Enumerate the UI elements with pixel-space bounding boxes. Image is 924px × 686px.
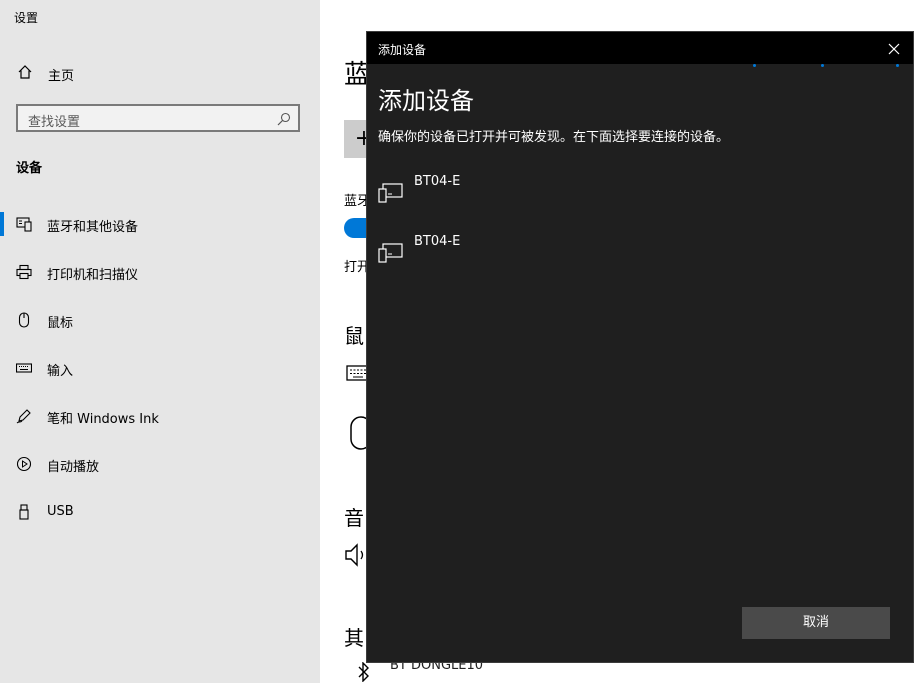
device-list-item[interactable]: BT04-E xyxy=(367,165,913,215)
pen-icon xyxy=(16,408,32,424)
bluetooth-icon xyxy=(358,661,370,686)
keyboard-icon xyxy=(16,360,32,376)
search-icon xyxy=(277,112,291,126)
sidebar-item-label: 主页 xyxy=(48,69,75,84)
cancel-button[interactable]: 取消 xyxy=(742,607,890,639)
section-title: 设备 xyxy=(16,161,43,176)
dialog-title: 添加设备 xyxy=(378,43,427,57)
progress-dot xyxy=(821,64,824,67)
device-icon xyxy=(378,182,404,204)
sidebar-item-label: 笔和 Windows Ink xyxy=(47,412,159,427)
sidebar-item-bluetooth[interactable]: 蓝牙和其他设备 xyxy=(0,204,320,244)
sidebar-item-label: 自动播放 xyxy=(47,460,100,475)
usb-icon xyxy=(16,504,32,520)
sidebar-item-label: 打印机和扫描仪 xyxy=(47,268,139,283)
sidebar-item-label: 鼠标 xyxy=(47,316,74,331)
settings-sidebar: 设置 主页 查找设置 设备 蓝牙和其他设备 打印机和扫描仪 鼠标 输入 笔和 W… xyxy=(0,0,320,683)
speaker-icon xyxy=(344,543,366,571)
sidebar-item-label: 输入 xyxy=(47,364,74,379)
dialog-heading: 添加设备 xyxy=(378,87,474,115)
heading-other-devices: 其 xyxy=(344,626,364,650)
add-device-dialog: 添加设备 添加设备 确保你的设备已打开并可被发现。在下面选择要连接的设备。 BT… xyxy=(366,31,914,663)
sidebar-item-printers[interactable]: 打印机和扫描仪 xyxy=(0,252,320,292)
heading-audio: 音 xyxy=(344,506,364,530)
autoplay-icon xyxy=(16,456,32,472)
home-icon xyxy=(17,64,33,80)
progress-dot xyxy=(896,64,899,67)
dialog-description: 确保你的设备已打开并可被发现。在下面选择要连接的设备。 xyxy=(378,130,730,145)
bluetooth-devices-icon xyxy=(16,216,32,232)
device-name: BT04-E xyxy=(414,174,461,189)
heading-mouse: 鼠 xyxy=(344,324,364,348)
close-button[interactable] xyxy=(887,41,901,55)
sidebar-item-mouse[interactable]: 鼠标 xyxy=(0,300,320,340)
selected-indicator xyxy=(0,212,4,236)
device-name: BT04-E xyxy=(414,234,461,249)
sidebar-item-pen[interactable]: 笔和 Windows Ink xyxy=(0,396,320,436)
device-icon xyxy=(378,242,404,264)
printer-icon xyxy=(16,264,32,280)
dialog-titlebar: 添加设备 xyxy=(367,32,913,64)
search-placeholder: 查找设置 xyxy=(28,115,81,130)
sidebar-item-usb[interactable]: USB xyxy=(0,492,320,532)
sidebar-item-label: 蓝牙和其他设备 xyxy=(47,220,139,235)
mouse-icon xyxy=(350,416,372,454)
close-icon xyxy=(888,43,900,55)
scanning-progress-dots xyxy=(367,64,913,70)
mouse-icon xyxy=(16,312,32,328)
device-list-item[interactable]: BT04-E xyxy=(367,225,913,275)
sidebar-item-label: USB xyxy=(47,504,74,519)
sidebar-item-autoplay[interactable]: 自动播放 xyxy=(0,444,320,484)
window-title: 设置 xyxy=(14,11,39,25)
sidebar-item-home[interactable]: 主页 xyxy=(0,58,320,88)
sidebar-item-typing[interactable]: 输入 xyxy=(0,348,320,388)
search-input[interactable]: 查找设置 xyxy=(16,104,300,132)
progress-dot xyxy=(753,64,756,67)
